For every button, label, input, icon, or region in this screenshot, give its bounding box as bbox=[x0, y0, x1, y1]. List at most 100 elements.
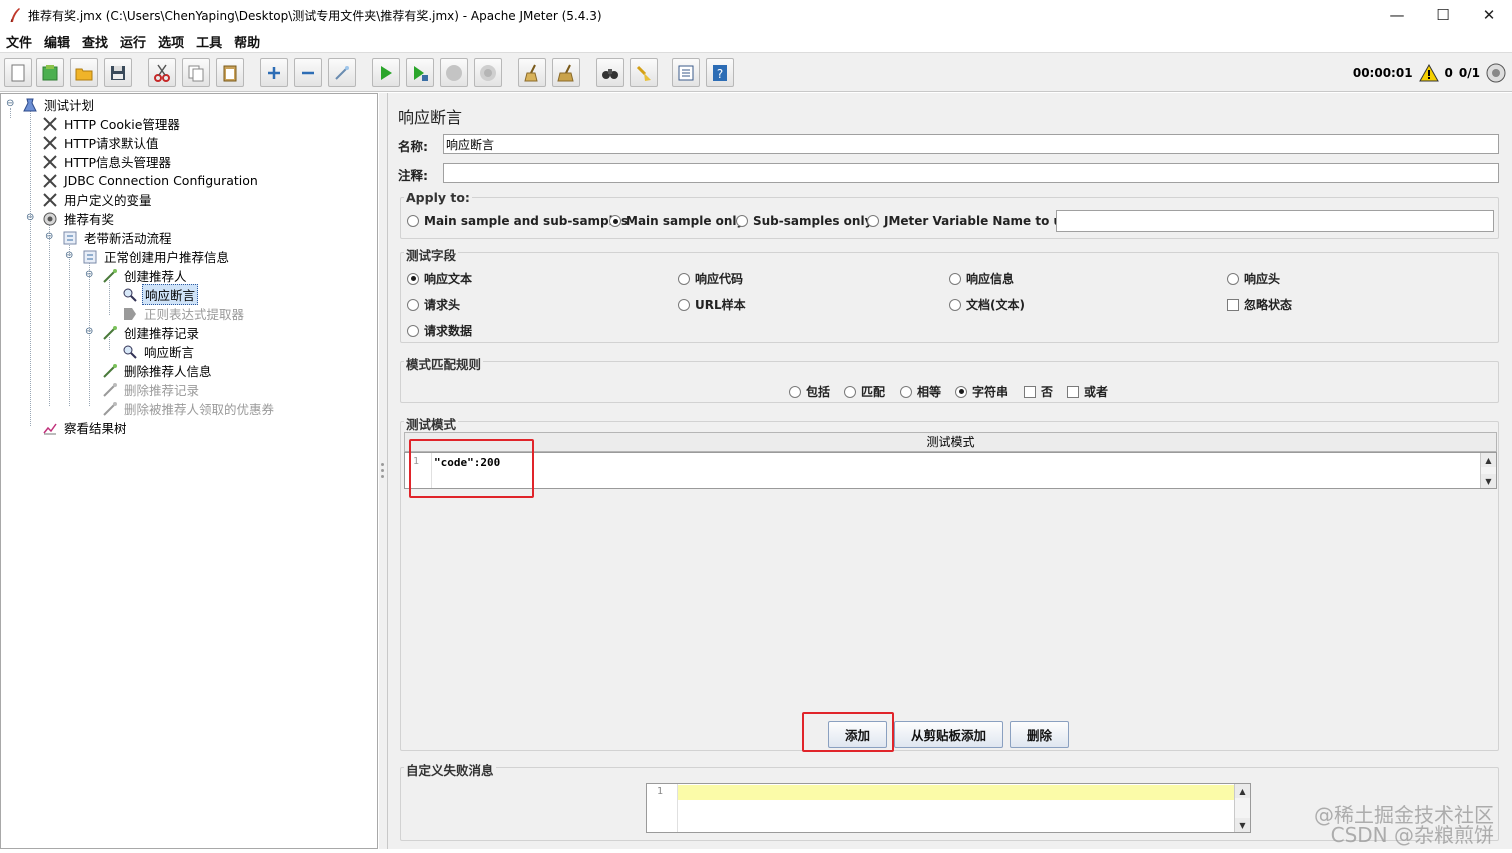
menu-tools[interactable]: 工具 bbox=[190, 32, 228, 51]
paste-button[interactable] bbox=[216, 58, 244, 87]
menu-edit[interactable]: 编辑 bbox=[38, 32, 76, 51]
rule-contains[interactable]: 包括 bbox=[789, 383, 830, 400]
failure-scrollbar[interactable]: ▲ ▼ bbox=[1234, 784, 1250, 832]
panel-splitter[interactable] bbox=[379, 93, 387, 849]
tree-item-header-manager[interactable]: HTTP信息头管理器 bbox=[41, 152, 173, 171]
apply-sub-only[interactable]: Sub-samples only bbox=[736, 214, 872, 228]
function-helper-button[interactable] bbox=[672, 58, 700, 87]
expand-button[interactable] bbox=[260, 58, 288, 87]
add-button[interactable]: 添加 bbox=[828, 721, 887, 748]
tree-item-thread-group[interactable]: 推荐有奖 bbox=[41, 209, 116, 228]
paste-clipboard-icon bbox=[223, 65, 237, 81]
field-request-data[interactable]: 请求数据 bbox=[407, 322, 472, 339]
tree-item-cookie-manager[interactable]: HTTP Cookie管理器 bbox=[41, 114, 182, 133]
apply-main-only[interactable]: Main sample only bbox=[609, 214, 744, 228]
collapse-toggle-thread-group[interactable]: ⊖ bbox=[26, 213, 35, 223]
pattern-rules-title: 模式匹配规则 bbox=[404, 354, 484, 373]
tree-item-create-referrer[interactable]: 创建推荐人 bbox=[101, 266, 189, 285]
apply-main-and-sub[interactable]: Main sample and sub-samples bbox=[407, 214, 628, 228]
patterns-column-header[interactable]: 测试模式 bbox=[404, 432, 1497, 452]
pattern-value-cell[interactable]: "code":200 bbox=[434, 456, 500, 469]
field-response-headers[interactable]: 响应头 bbox=[1227, 270, 1280, 287]
custom-failure-editor[interactable]: 1 ▲ ▼ bbox=[646, 783, 1251, 833]
scroll-up-arrow-icon[interactable]: ▲ bbox=[1481, 453, 1496, 467]
tree-item-results-tree[interactable]: 察看结果树 bbox=[41, 418, 129, 437]
collapse-toggle-test-plan[interactable]: ⊖ bbox=[6, 99, 15, 109]
stop-icon bbox=[446, 64, 462, 81]
new-file-icon bbox=[11, 64, 25, 81]
toggle-button[interactable] bbox=[328, 58, 356, 87]
ignore-status-checkbox[interactable]: 忽略状态 bbox=[1227, 296, 1292, 313]
open-button[interactable] bbox=[70, 58, 98, 87]
failure-current-line[interactable] bbox=[678, 785, 1234, 800]
collapse-toggle-create-record[interactable]: ⊖ bbox=[85, 327, 94, 337]
start-no-pauses-button[interactable] bbox=[406, 58, 434, 87]
field-response-message[interactable]: 响应信息 bbox=[949, 270, 1014, 287]
config-icon bbox=[41, 134, 59, 152]
menu-file[interactable]: 文件 bbox=[0, 32, 38, 51]
tree-item-test-plan[interactable]: 测试计划 bbox=[21, 95, 96, 114]
delete-button[interactable]: 删除 bbox=[1010, 721, 1069, 748]
field-url-sampled[interactable]: URL样本 bbox=[678, 296, 746, 313]
failure-scroll-up-icon[interactable]: ▲ bbox=[1235, 784, 1250, 798]
clear-all-button[interactable] bbox=[552, 58, 580, 87]
templates-button[interactable] bbox=[36, 58, 64, 87]
maximize-button[interactable]: ☐ bbox=[1420, 0, 1466, 30]
field-request-headers[interactable]: 请求头 bbox=[407, 296, 460, 313]
minimize-button[interactable]: — bbox=[1374, 0, 1420, 30]
tree-item-regex-extractor[interactable]: 正则表达式提取器 bbox=[121, 304, 246, 323]
tree-item-jdbc-config[interactable]: JDBC Connection Configuration bbox=[41, 171, 260, 190]
rule-or-checkbox[interactable]: 或者 bbox=[1067, 383, 1108, 400]
jmeter-variable-field[interactable] bbox=[1056, 210, 1494, 232]
comment-field[interactable] bbox=[443, 163, 1499, 183]
scroll-down-arrow-icon[interactable]: ▼ bbox=[1481, 474, 1496, 488]
reset-search-button[interactable] bbox=[630, 58, 658, 87]
tree-item-user-variables[interactable]: 用户定义的变量 bbox=[41, 190, 154, 209]
tree-item-http-defaults[interactable]: HTTP请求默认值 bbox=[41, 133, 161, 152]
field-response-text[interactable]: 响应文本 bbox=[407, 270, 472, 287]
menu-options[interactable]: 选项 bbox=[152, 32, 190, 51]
tree-item-delete-record[interactable]: 删除推荐记录 bbox=[101, 380, 201, 399]
collapse-button[interactable] bbox=[294, 58, 322, 87]
collapse-toggle-flow[interactable]: ⊖ bbox=[45, 232, 54, 242]
rule-substring[interactable]: 字符串 bbox=[955, 383, 1008, 400]
shutdown-button[interactable] bbox=[474, 58, 502, 87]
pattern-line-number: 1 bbox=[413, 456, 420, 467]
start-button[interactable] bbox=[372, 58, 400, 87]
collapse-toggle-normal[interactable]: ⊖ bbox=[65, 251, 74, 261]
tree-item-response-assertion-selected[interactable]: 响应断言 bbox=[121, 284, 199, 305]
collapse-toggle-create-referrer[interactable]: ⊖ bbox=[85, 270, 94, 280]
name-field[interactable] bbox=[443, 134, 1499, 154]
shutdown-icon bbox=[480, 64, 496, 81]
apply-jmeter-variable[interactable]: JMeter Variable Name to use bbox=[867, 214, 1077, 228]
test-plan-tree: ⊖ ⊖ ⊖ ⊖ ⊖ ⊖ 测试计划 HTTP Cookie管理器 HTTP请求默认… bbox=[0, 93, 378, 849]
tree-item-response-assertion[interactable]: 响应断言 bbox=[121, 342, 196, 361]
stop-button[interactable] bbox=[440, 58, 468, 87]
warning-icon[interactable] bbox=[1418, 64, 1439, 82]
patterns-scrollbar[interactable]: ▲ ▼ bbox=[1480, 453, 1496, 488]
cut-button[interactable] bbox=[148, 58, 176, 87]
rule-matches[interactable]: 匹配 bbox=[844, 383, 885, 400]
help-button[interactable]: ? bbox=[706, 58, 734, 87]
tree-item-delete-referrer[interactable]: 删除推荐人信息 bbox=[101, 361, 214, 380]
new-button[interactable] bbox=[4, 58, 32, 87]
menu-help[interactable]: 帮助 bbox=[228, 32, 266, 51]
clear-button[interactable] bbox=[518, 58, 546, 87]
menu-run[interactable]: 运行 bbox=[114, 32, 152, 51]
search-button[interactable] bbox=[596, 58, 624, 87]
tree-item-normal-controller[interactable]: 正常创建用户推荐信息 bbox=[81, 247, 231, 266]
tree-item-flow-controller[interactable]: 老带新活动流程 bbox=[61, 228, 174, 247]
field-response-code[interactable]: 响应代码 bbox=[678, 270, 743, 287]
rule-not-checkbox[interactable]: 否 bbox=[1024, 383, 1053, 400]
copy-button[interactable] bbox=[182, 58, 210, 87]
rule-equals[interactable]: 相等 bbox=[900, 383, 941, 400]
add-from-clipboard-button[interactable]: 从剪贴板添加 bbox=[894, 721, 1003, 748]
thread-group-icon bbox=[41, 210, 59, 228]
tree-item-create-record[interactable]: 创建推荐记录 bbox=[101, 323, 201, 342]
tree-item-delete-coupons[interactable]: 删除被推荐人领取的优惠券 bbox=[101, 399, 276, 418]
save-button[interactable] bbox=[104, 58, 132, 87]
close-button[interactable]: ✕ bbox=[1466, 0, 1512, 30]
failure-scroll-down-icon[interactable]: ▼ bbox=[1235, 818, 1250, 832]
menu-search[interactable]: 查找 bbox=[76, 32, 114, 51]
field-document-text[interactable]: 文档(文本) bbox=[949, 296, 1025, 313]
